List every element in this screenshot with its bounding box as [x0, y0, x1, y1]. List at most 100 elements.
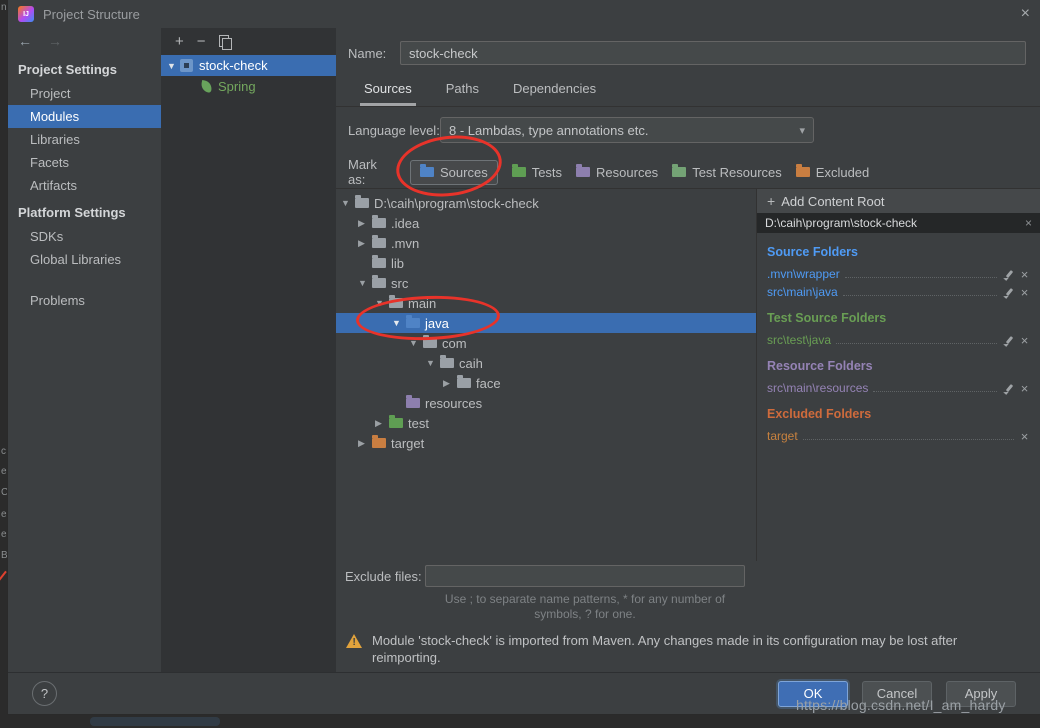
mark-test-resources-button[interactable]: Test Resources [672, 165, 782, 180]
folder-entry[interactable]: src\test\java × [767, 329, 1030, 347]
sidebar-item-problems[interactable]: Problems [8, 289, 161, 312]
add-content-root-button[interactable]: + Add Content Root [757, 189, 1040, 213]
tree-row-java[interactable]: ▼ java [336, 313, 756, 333]
tree-row-mvn[interactable]: ▶ .mvn [336, 233, 756, 253]
mark-sources-button[interactable]: Sources [410, 160, 498, 185]
tree-row-label: com [442, 336, 467, 351]
mark-tests-button[interactable]: Tests [512, 165, 562, 180]
intellij-logo-icon: IJ [18, 6, 34, 22]
close-icon[interactable]: × [1021, 6, 1030, 22]
chevron-down-icon[interactable]: ▼ [392, 318, 406, 328]
tree-row-idea[interactable]: ▶ .idea [336, 213, 756, 233]
tree-row-label: test [408, 416, 429, 431]
edit-icon[interactable] [1002, 269, 1014, 281]
remove-icon[interactable]: × [1019, 334, 1030, 347]
tree-row-test[interactable]: ▶ test [336, 413, 756, 433]
edit-icon[interactable] [1002, 383, 1014, 395]
tree-row-caih[interactable]: ▼ caih [336, 353, 756, 373]
sidebar-item-sdks[interactable]: SDKs [8, 225, 161, 248]
chevron-right-icon[interactable]: ▶ [358, 218, 372, 229]
package-icon [457, 378, 471, 388]
test-resource-folder-icon [672, 167, 686, 177]
module-name-input[interactable] [400, 41, 1026, 65]
tree-row-target[interactable]: ▶ target [336, 433, 756, 453]
remove-icon[interactable]: × [1019, 286, 1030, 299]
facet-label: Spring [218, 79, 256, 94]
test-folder-icon [389, 418, 403, 428]
sidebar-item-artifacts[interactable]: Artifacts [8, 174, 161, 197]
dialog-titlebar[interactable]: IJ Project Structure × [8, 0, 1040, 28]
tree-row-label: src [391, 276, 408, 291]
chevron-down-icon[interactable]: ▼ [167, 61, 180, 71]
module-icon [180, 59, 193, 72]
folder-entry[interactable]: .mvn\wrapper × [767, 263, 1030, 281]
tree-row-main[interactable]: ▼ main [336, 293, 756, 313]
chevron-down-icon[interactable]: ▼ [375, 298, 389, 308]
tree-row-label: .idea [391, 216, 419, 231]
tree-row-label: D:\caih\program\stock-check [374, 196, 539, 211]
edit-icon[interactable] [1002, 335, 1014, 347]
group-resource-folders: Resource Folders src\main\resources × [767, 359, 1030, 395]
divider [336, 106, 1040, 107]
tree-row-src[interactable]: ▼ src [336, 273, 756, 293]
tree-row-face[interactable]: ▶ face [336, 373, 756, 393]
tree-row-com[interactable]: ▼ com [336, 333, 756, 353]
tree-row-lib[interactable]: lib [336, 253, 756, 273]
screen: n c e C e e B IJ Project Structure × ← →… [0, 0, 1040, 728]
help-button[interactable]: ? [32, 681, 57, 706]
sidebar-item-facets[interactable]: Facets [8, 151, 161, 174]
mark-resources-label: Resources [596, 165, 658, 180]
source-folder-icon [406, 318, 420, 328]
forward-icon[interactable]: → [48, 33, 62, 49]
clipped-char: B [1, 550, 8, 561]
copy-icon[interactable] [219, 35, 231, 48]
tab-sources[interactable]: Sources [360, 74, 416, 106]
mark-sources-label: Sources [440, 165, 488, 180]
chevron-right-icon[interactable]: ▶ [358, 438, 372, 449]
module-item-spring[interactable]: Spring [161, 76, 336, 97]
folder-entry[interactable]: src\main\resources × [767, 377, 1030, 395]
remove-icon[interactable]: − [197, 34, 206, 49]
remove-icon[interactable]: × [1019, 268, 1030, 281]
history-nav: ← → [8, 28, 161, 54]
chevron-down-icon[interactable]: ▼ [358, 278, 372, 288]
sidebar-item-modules[interactable]: Modules [8, 105, 161, 128]
mark-resources-button[interactable]: Resources [576, 165, 658, 180]
source-folder-icon [420, 167, 434, 177]
content-root-header[interactable]: D:\caih\program\stock-check × [757, 213, 1040, 233]
tab-dependencies[interactable]: Dependencies [509, 74, 600, 106]
dialog-title: Project Structure [43, 7, 140, 22]
sidebar-item-global-libraries[interactable]: Global Libraries [8, 248, 161, 271]
module-item-stock-check[interactable]: ▼ stock-check [161, 55, 336, 76]
folder-entry[interactable]: src\main\java × [767, 281, 1030, 299]
mark-as-label: Mark as: [348, 157, 396, 187]
sidebar-item-libraries[interactable]: Libraries [8, 128, 161, 151]
sidebar-item-project[interactable]: Project [8, 82, 161, 105]
language-level-row: Language level: 8 - Lambdas, type annota… [348, 116, 814, 144]
edit-icon[interactable] [1002, 287, 1014, 299]
folder-icon [389, 298, 403, 308]
tree-row-resources[interactable]: resources [336, 393, 756, 413]
remove-content-root-icon[interactable]: × [1025, 216, 1032, 230]
modules-panel: + − ▼ stock-check Spring [161, 28, 336, 672]
red-pen-mark [0, 571, 7, 582]
hint-line: symbols, ? for one. [425, 607, 745, 622]
tree-row-root[interactable]: ▼ D:\caih\program\stock-check [336, 193, 756, 213]
back-icon[interactable]: ← [18, 33, 32, 49]
remove-icon[interactable]: × [1019, 430, 1030, 443]
add-icon[interactable]: + [175, 34, 184, 49]
group-title: Resource Folders [767, 359, 1030, 373]
tab-paths[interactable]: Paths [442, 74, 483, 106]
remove-icon[interactable]: × [1019, 382, 1030, 395]
mark-excluded-button[interactable]: Excluded [796, 165, 869, 180]
chevron-right-icon[interactable]: ▶ [358, 238, 372, 249]
language-level-select[interactable]: 8 - Lambdas, type annotations etc. ▾ [440, 117, 814, 143]
chevron-down-icon[interactable]: ▼ [426, 358, 440, 368]
chevron-right-icon[interactable]: ▶ [375, 418, 389, 429]
chevron-down-icon[interactable]: ▼ [341, 198, 355, 208]
chevron-right-icon[interactable]: ▶ [443, 378, 457, 389]
chevron-down-icon[interactable]: ▼ [409, 338, 423, 348]
folder-entry[interactable]: target × [767, 425, 1030, 443]
exclude-files-input[interactable] [425, 565, 745, 587]
editor-tabs: Sources Paths Dependencies [360, 74, 600, 106]
